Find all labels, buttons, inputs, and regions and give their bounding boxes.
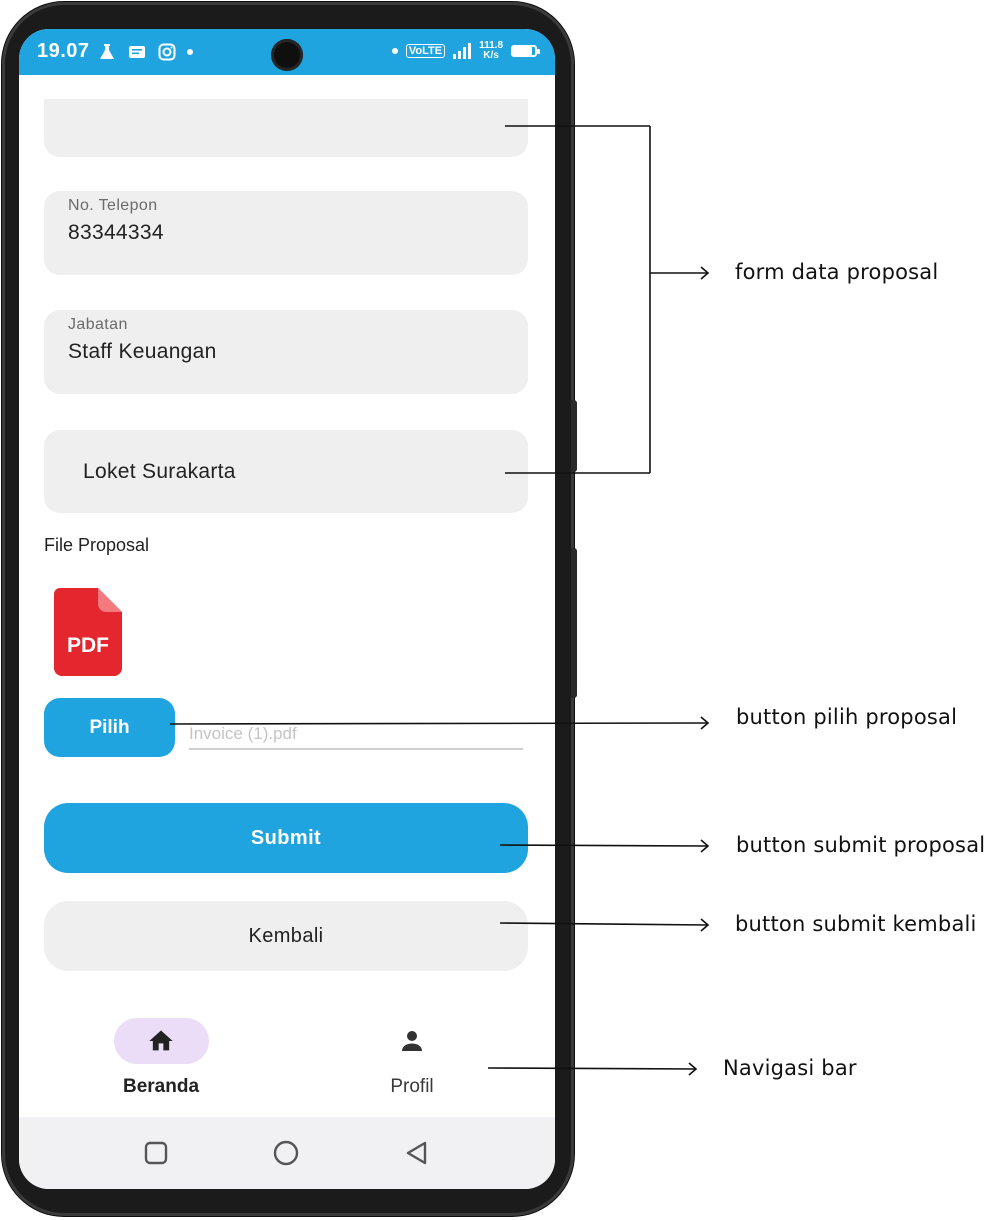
- back-arrow-line: [499, 922, 709, 926]
- annotation-form: form data proposal: [735, 260, 939, 284]
- annotation-lines: [169, 125, 710, 1076]
- pick-arrow-line: [169, 722, 709, 725]
- submit-arrow-line: [499, 844, 709, 847]
- annotation-pick: button pilih proposal: [736, 705, 958, 729]
- annotation-nav: Navigasi bar: [723, 1056, 857, 1080]
- annotation-submit: button submit proposal: [736, 833, 986, 857]
- nav-arrow-line: [487, 1067, 697, 1070]
- annotation-back: button submit kembali: [735, 912, 977, 936]
